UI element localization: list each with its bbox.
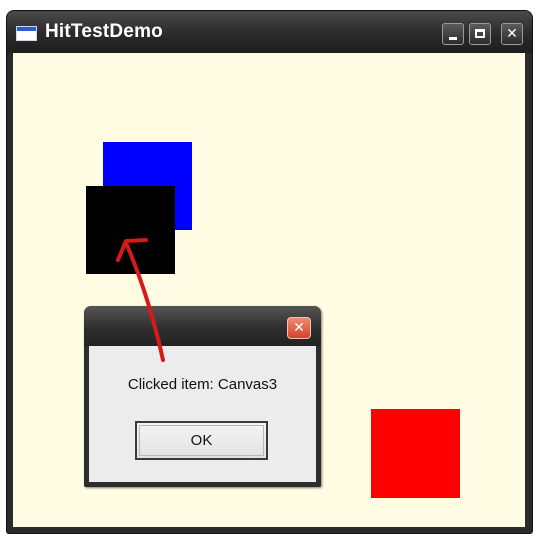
window-title: HitTestDemo — [45, 21, 163, 42]
app-window-icon — [16, 26, 37, 41]
message-box-body: Clicked item: Canvas3 OK — [89, 346, 316, 482]
close-icon: ✕ — [293, 320, 305, 336]
message-box: ✕ Clicked item: Canvas3 OK — [84, 306, 321, 487]
title-bar[interactable]: HitTestDemo ✕ — [7, 11, 532, 53]
maximize-button[interactable] — [469, 23, 491, 45]
minimize-icon — [449, 37, 457, 40]
minimize-button[interactable] — [442, 23, 464, 45]
black-square[interactable] — [86, 186, 175, 274]
message-text: Clicked item: Canvas3 — [127, 376, 278, 393]
ok-button[interactable]: OK — [135, 421, 268, 460]
close-icon: ✕ — [506, 26, 518, 42]
message-box-close-button[interactable]: ✕ — [287, 317, 311, 339]
message-box-title-bar[interactable]: ✕ — [84, 306, 321, 346]
maximize-icon — [475, 29, 485, 38]
red-square[interactable] — [371, 409, 460, 498]
close-button[interactable]: ✕ — [501, 23, 523, 45]
